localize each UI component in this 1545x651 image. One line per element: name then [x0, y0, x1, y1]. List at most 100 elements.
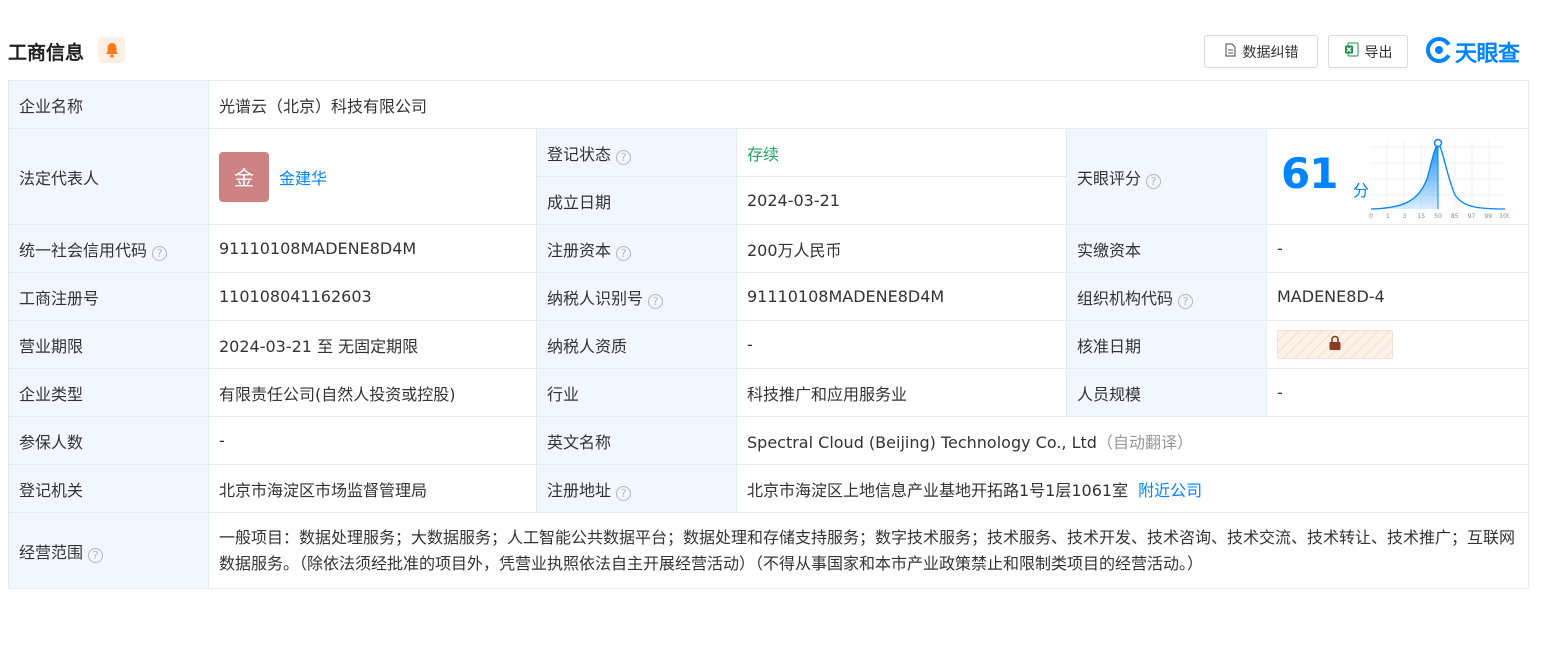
found-date-label: 成立日期 [536, 176, 737, 225]
reg-status-cell: 存续 [736, 128, 1067, 177]
paid-capital-label: 实缴资本 [1066, 224, 1267, 273]
nearby-companies-link[interactable]: 附近公司 [1138, 481, 1202, 500]
authority: 北京市海淀区市场监督管理局 [208, 464, 537, 513]
export-button[interactable]: 导出 [1328, 35, 1408, 68]
table-row: 工商注册号 110108041162603 纳税人识别号? 91110108MA… [8, 272, 1530, 321]
reg-capital-label-cell: 注册资本? [536, 224, 737, 273]
address: 北京市海淀区上地信息产业基地开拓路1号1层1061室 [747, 480, 1129, 500]
score-tick-label: 100 [1499, 213, 1509, 220]
score-widget[interactable]: 61 分 0 1 3 15 50 85 97 99 100 [1267, 131, 1528, 223]
industry-label: 行业 [536, 368, 737, 417]
english-name: Spectral Cloud (Beijing) Technology Co.,… [747, 432, 1097, 452]
paid-capital: - [1265, 224, 1530, 273]
authority-label: 登记机关 [8, 464, 209, 513]
score-tick-label: 97 [1468, 213, 1476, 220]
insured: - [208, 416, 537, 465]
score-tick-label: 1 [1386, 213, 1390, 220]
taxpayer-id-label: 纳税人识别号 [547, 288, 644, 308]
address-cell: 北京市海淀区上地信息产业基地开拓路1号1层1061室 附近公司 [735, 464, 1530, 513]
legal-rep-name-link[interactable]: 金建华 [279, 169, 327, 188]
credit-code-label: 统一社会信用代码 [19, 240, 148, 260]
approve-date-label: 核准日期 [1066, 320, 1267, 369]
table-row: 企业类型 有限责任公司(自然人投资或控股) 行业 科技推广和应用服务业 人员规模… [8, 368, 1530, 417]
question-icon[interactable]: ? [616, 485, 632, 501]
legal-rep-cell: 金金建华 [208, 128, 537, 225]
credit-code-label-cell: 统一社会信用代码? [8, 224, 209, 273]
reg-no: 110108041162603 [208, 272, 537, 321]
bell-icon[interactable] [98, 37, 125, 63]
question-icon[interactable]: ? [616, 149, 632, 165]
question-icon[interactable]: ? [616, 245, 632, 261]
table-row: 统一社会信用代码? 91110108MADENE8D4M 注册资本? 200万人… [8, 224, 1530, 273]
excel-icon [1344, 42, 1359, 61]
export-label: 导出 [1364, 44, 1393, 61]
taxpayer-id: 91110108MADENE8D4M [736, 272, 1067, 321]
approve-date-cell [1265, 320, 1530, 369]
tax-qual-label: 纳税人资质 [536, 320, 737, 369]
data-correction-label: 数据纠错 [1242, 44, 1299, 61]
question-icon[interactable]: ? [1146, 173, 1162, 189]
question-icon[interactable]: ? [648, 293, 664, 309]
table-row: 企业名称 光谱云（北京）科技有限公司 [8, 80, 1530, 129]
term: 2024-03-21 至 无固定期限 [208, 320, 537, 369]
score-label: 天眼评分 [1077, 168, 1142, 188]
org-code: MADENE8D-4 [1265, 272, 1530, 321]
data-correction-button[interactable]: 数据纠错 [1204, 35, 1318, 68]
score-distribution-chart: 0 1 3 15 50 85 97 99 100 [1369, 138, 1509, 220]
score-tick-label: 3 [1403, 213, 1407, 220]
company-name-label: 企业名称 [8, 80, 209, 129]
status-badge: 存续 [747, 144, 780, 164]
legal-rep-label: 法定代表人 [8, 128, 209, 225]
scope-label: 经营范围 [19, 542, 84, 562]
reg-status-label-cell: 登记状态? [536, 128, 737, 177]
taxpayer-id-label-cell: 纳税人识别号? [536, 272, 737, 321]
found-date: 2024-03-21 [736, 176, 1067, 225]
staff-size-label: 人员规模 [1066, 368, 1267, 417]
question-icon[interactable]: ? [88, 547, 104, 563]
insured-label: 参保人数 [8, 416, 209, 465]
reg-capital: 200万人民币 [736, 224, 1067, 273]
reg-capital-label: 注册资本 [547, 240, 612, 260]
credit-code: 91110108MADENE8D4M [208, 224, 537, 273]
auto-translate-hint: （自动翻译） [1096, 432, 1193, 452]
business-scope: 一般项目：数据处理服务；大数据服务；人工智能公共数据平台；数据处理和存储支持服务… [207, 512, 1530, 589]
locked-value-box[interactable] [1277, 330, 1393, 359]
question-icon[interactable]: ? [1178, 293, 1194, 309]
table-row: 法定代表人 金金建华 登记状态? 存续 天眼评分? 61 分 0 1 3 15 … [8, 128, 1530, 225]
score-tick-label: 99 [1484, 213, 1492, 220]
tax-qual: - [736, 320, 1067, 369]
brand-name: 天眼查 [1455, 42, 1520, 67]
business-info-table: 企业名称 光谱云（北京）科技有限公司 法定代表人 金金建华 登记状态? 存续 天… [8, 80, 1530, 589]
document-icon [1224, 42, 1237, 61]
industry: 科技推广和应用服务业 [736, 368, 1067, 417]
score-value: 61 [1281, 148, 1338, 198]
table-row: 经营范围? 一般项目：数据处理服务；大数据服务；人工智能公共数据平台；数据处理和… [8, 512, 1530, 589]
score-tick-label: 85 [1451, 213, 1459, 220]
score-cell[interactable]: 61 分 0 1 3 15 50 85 97 99 100 [1265, 128, 1530, 225]
score-tick-label: 0 [1369, 213, 1373, 220]
reg-no-label: 工商注册号 [8, 272, 209, 321]
lock-icon [1328, 335, 1342, 355]
score-tick-label: 50 [1434, 213, 1442, 220]
staff-size: - [1265, 368, 1530, 417]
english-name-cell: Spectral Cloud (Beijing) Technology Co.,… [735, 416, 1530, 465]
table-row: 参保人数 - 英文名称 Spectral Cloud (Beijing) Tec… [8, 416, 1530, 465]
english-name-label: 英文名称 [536, 416, 737, 465]
scope-label-cell: 经营范围? [8, 512, 209, 589]
term-label: 营业期限 [8, 320, 209, 369]
company-name: 光谱云（北京）科技有限公司 [207, 80, 1530, 129]
company-type: 有限责任公司(自然人投资或控股) [208, 368, 537, 417]
question-icon[interactable]: ? [152, 245, 168, 261]
address-label: 注册地址 [547, 480, 612, 500]
reg-status-label: 登记状态 [547, 144, 612, 164]
section-header: 工商信息 数据纠错 导出 天眼查 [8, 32, 1528, 72]
org-code-label-cell: 组织机构代码? [1066, 272, 1267, 321]
table-row: 营业期限 2024-03-21 至 无固定期限 纳税人资质 - 核准日期 [8, 320, 1530, 369]
tianyancha-logo-icon [1426, 37, 1452, 67]
org-code-label: 组织机构代码 [1077, 288, 1174, 308]
avatar[interactable]: 金 [219, 151, 269, 202]
address-label-cell: 注册地址? [536, 464, 737, 513]
section-title: 工商信息 [8, 42, 85, 64]
table-row: 登记机关 北京市海淀区市场监督管理局 注册地址? 北京市海淀区上地信息产业基地开… [8, 464, 1530, 513]
score-tick-label: 15 [1417, 213, 1425, 220]
